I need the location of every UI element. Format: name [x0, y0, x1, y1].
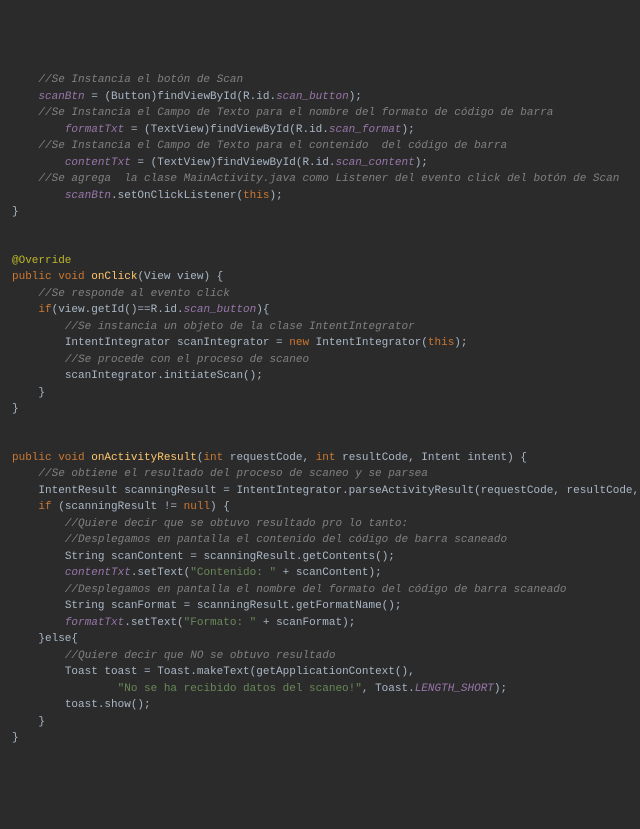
code-line: //Se responde al evento click	[12, 286, 628, 303]
method-name: onClick	[91, 271, 137, 283]
code-line: contentTxt.setText("Contenido: " + scanC…	[12, 565, 628, 582]
code-line: formatTxt = (TextView)findViewById(R.id.…	[12, 122, 628, 139]
field: contentTxt	[65, 157, 131, 169]
comment: //Desplegamos en pantalla el nombre del …	[65, 584, 567, 596]
code-line: //Se Instancia el Campo de Texto para el…	[12, 105, 628, 122]
comment: //Se agrega la clase MainActivity.java c…	[38, 173, 619, 185]
code-line: }	[12, 714, 628, 731]
blank-line	[12, 221, 628, 237]
blank-line	[12, 418, 628, 434]
field: formatTxt	[65, 124, 124, 136]
code-line: }else{	[12, 631, 628, 648]
code-line: //Quiere decir que NO se obtuvo resultad…	[12, 648, 628, 665]
comment: //Quiere decir que NO se obtuvo resultad…	[65, 650, 336, 662]
comment: //Se obtiene el resultado del proceso de…	[38, 468, 427, 480]
code-line: //Desplegamos en pantalla el nombre del …	[12, 582, 628, 599]
code-line: public void onActivityResult(int request…	[12, 450, 628, 467]
method-name: onActivityResult	[91, 452, 197, 464]
field: scanBtn	[65, 190, 111, 202]
code-line: scanBtn.setOnClickListener(this);	[12, 188, 628, 205]
code-line: //Se instancia un objeto de la clase Int…	[12, 319, 628, 336]
code-line: scanIntegrator.initiateScan();	[12, 368, 628, 385]
code-line: //Desplegamos en pantalla el contenido d…	[12, 532, 628, 549]
comment: //Se procede con el proceso de scaneo	[65, 354, 309, 366]
code-line: toast.show();	[12, 697, 628, 714]
code-line: //Se agrega la clase MainActivity.java c…	[12, 171, 628, 188]
code-line: public void onClick(View view) {	[12, 269, 628, 286]
code-line: }	[12, 204, 628, 221]
annotation: @Override	[12, 255, 71, 267]
code-line: }	[12, 401, 628, 418]
comment: //Quiere decir que se obtuvo resultado p…	[65, 518, 408, 530]
code-editor[interactable]: //Se Instancia el botón de Scan scanBtn …	[12, 72, 628, 747]
comment: //Se Instancia el botón de Scan	[38, 74, 243, 86]
comment: //Se Instancia el Campo de Texto para el…	[38, 107, 553, 119]
code-line: //Se procede con el proceso de scaneo	[12, 352, 628, 369]
code-line: @Override	[12, 253, 628, 270]
code-line: IntentIntegrator scanIntegrator = new In…	[12, 335, 628, 352]
code-line: //Se Instancia el Campo de Texto para el…	[12, 138, 628, 155]
comment: //Se instancia un objeto de la clase Int…	[65, 321, 415, 333]
code-line: //Se Instancia el botón de Scan	[12, 72, 628, 89]
code-line: }	[12, 385, 628, 402]
comment: //Se Instancia el Campo de Texto para el…	[38, 140, 507, 152]
code-line: contentTxt = (TextView)findViewById(R.id…	[12, 155, 628, 172]
comment: //Se responde al evento click	[38, 288, 229, 300]
field: scanBtn	[38, 91, 84, 103]
comment: //Desplegamos en pantalla el contenido d…	[65, 534, 507, 546]
code-line: Toast toast = Toast.makeText(getApplicat…	[12, 664, 628, 681]
code-line: String scanContent = scanningResult.getC…	[12, 549, 628, 566]
code-line: }	[12, 730, 628, 747]
blank-line	[12, 237, 628, 253]
code-line: IntentResult scanningResult = IntentInte…	[12, 483, 628, 500]
blank-line	[12, 434, 628, 450]
code-line: scanBtn = (Button)findViewById(R.id.scan…	[12, 89, 628, 106]
code-line: if(view.getId()==R.id.scan_button){	[12, 302, 628, 319]
code-line: //Se obtiene el resultado del proceso de…	[12, 466, 628, 483]
code-line: if (scanningResult != null) {	[12, 499, 628, 516]
code-line: String scanFormat = scanningResult.getFo…	[12, 598, 628, 615]
code-line: "No se ha recibido datos del scaneo!", T…	[12, 681, 628, 698]
code-line: formatTxt.setText("Formato: " + scanForm…	[12, 615, 628, 632]
code-line: //Quiere decir que se obtuvo resultado p…	[12, 516, 628, 533]
